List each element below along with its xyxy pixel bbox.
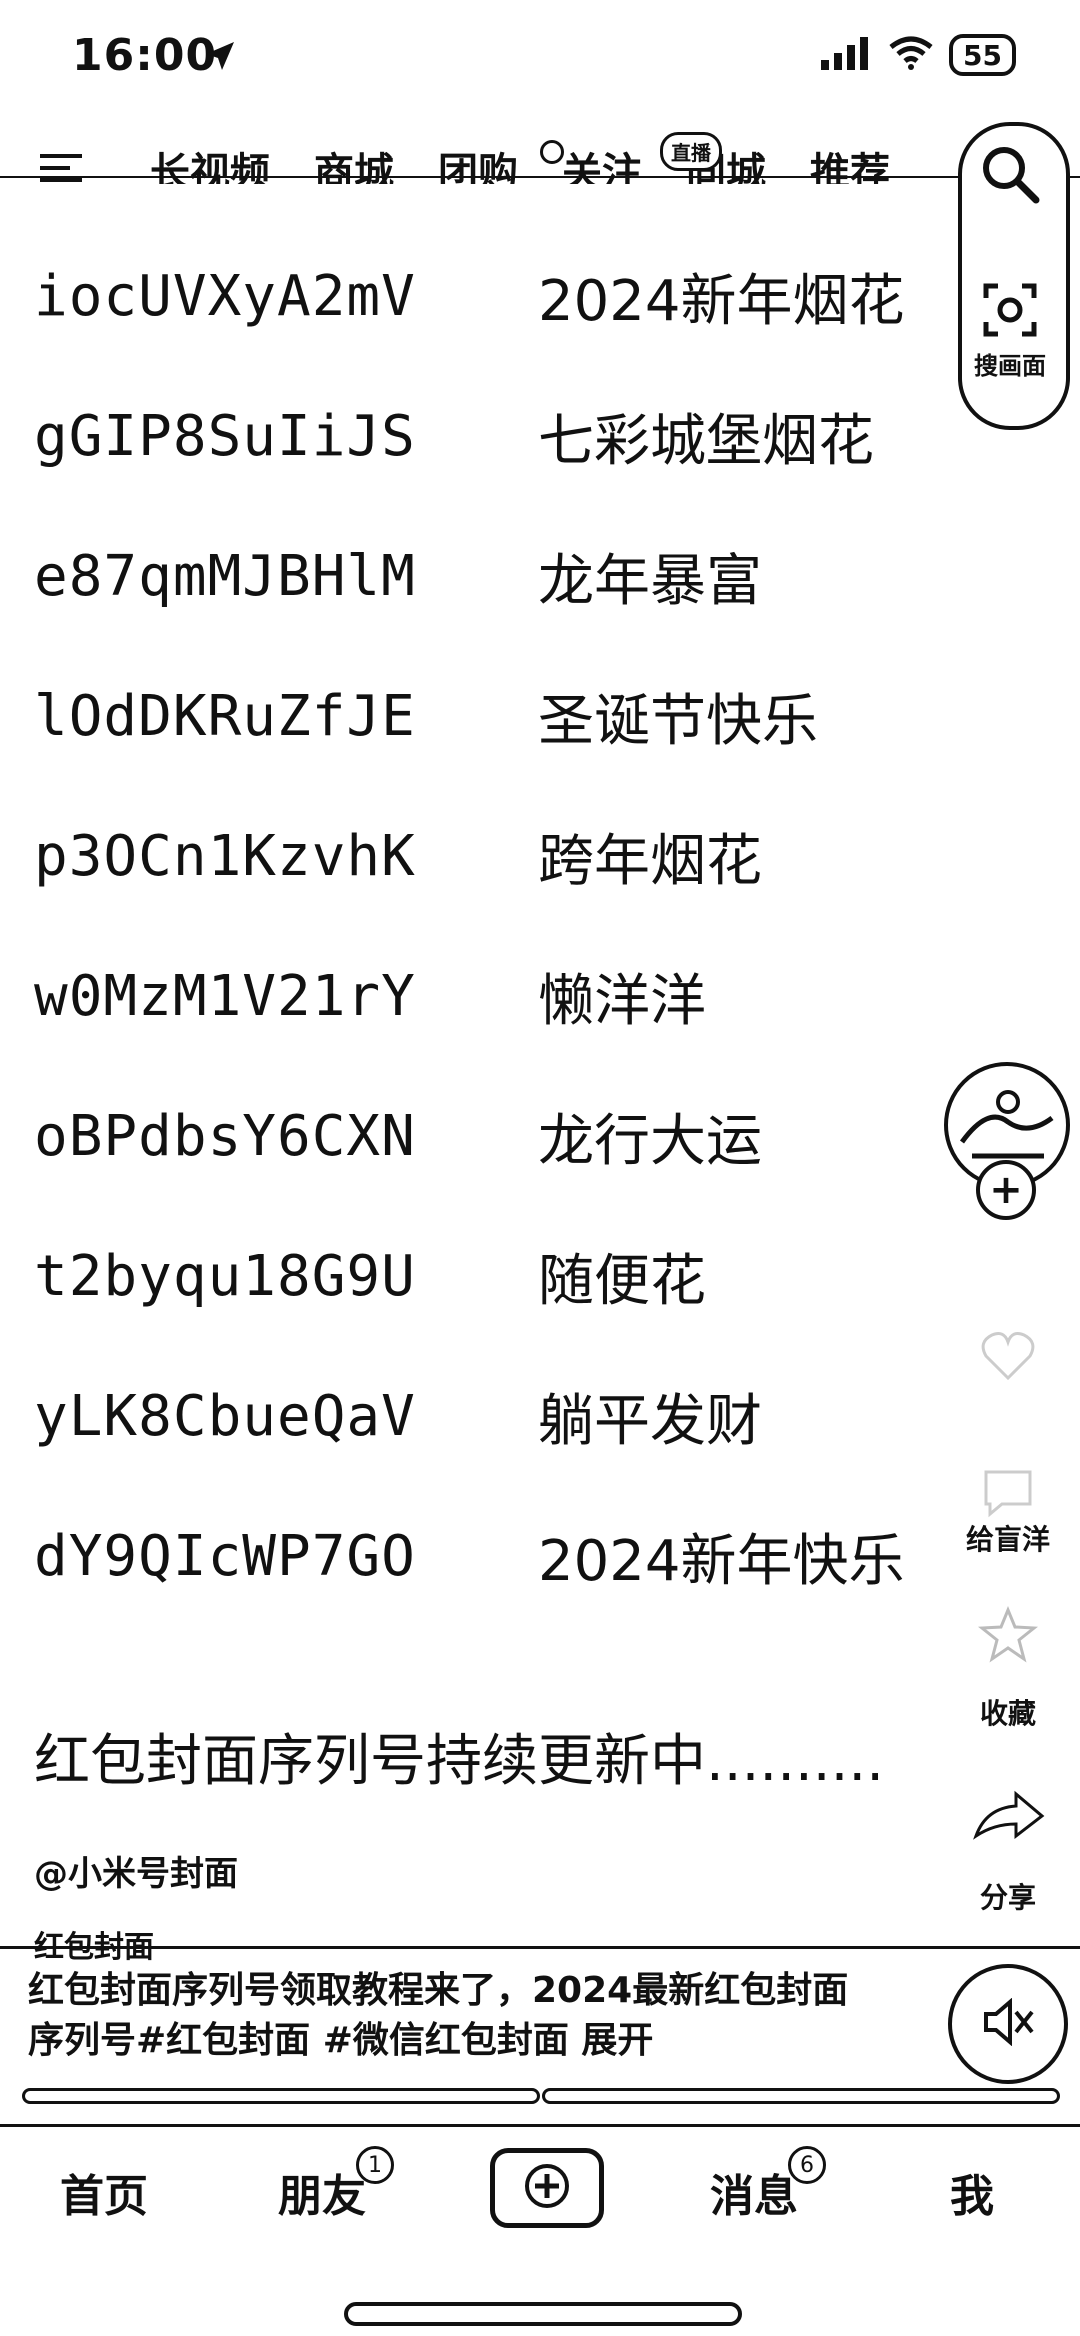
status-indicators: 55 [819, 34, 1016, 76]
list-item: gGIP8SuIiJS 七彩城堡烟花 [34, 396, 874, 476]
caption-divider [0, 1946, 1080, 1949]
like-icon[interactable] [980, 1330, 1036, 1386]
cover-name: 2024新年烟花 [538, 268, 905, 334]
list-item: p3OCn1KzvhK 跨年烟花 [34, 816, 762, 896]
search-icon[interactable] [978, 142, 1042, 210]
comment-label: 给盲洋 [965, 1523, 1050, 1556]
list-item: lOdDKRuZfJE 圣诞节快乐 [34, 676, 818, 756]
tab-home[interactable]: 首页 [60, 2160, 148, 2224]
video-caption[interactable]: 红包封面序列号领取教程来了，2024最新红包封面序列号#红包封面 #微信红包封面… [28, 1966, 868, 2066]
cover-name: 七彩城堡烟花 [538, 408, 874, 474]
cover-name: 躺平发财 [538, 1388, 762, 1454]
mute-button[interactable] [948, 1964, 1068, 2084]
star-icon[interactable] [977, 1606, 1039, 1668]
cover-name: 2024新年快乐 [538, 1528, 905, 1594]
status-time: 16:00 [72, 30, 218, 81]
notification-dot [540, 140, 564, 164]
list-item: e87qmMJBHlM 龙年暴富 [34, 536, 762, 616]
muted-speaker-icon [982, 1997, 1034, 2050]
list-item: oBPdbsY6CXN 龙行大运 [34, 1096, 762, 1176]
comment-icon[interactable] [980, 1466, 1036, 1522]
serial-code: iocUVXyA2mV [34, 263, 416, 329]
list-item: yLK8CbueQaV 躺平发财 [34, 1376, 762, 1456]
menu-icon[interactable] [40, 150, 82, 186]
create-button[interactable] [490, 2148, 604, 2228]
cover-name: 龙年暴富 [538, 548, 762, 614]
scan-image-label[interactable]: 搜画面 [960, 346, 1060, 381]
signal-icon [819, 36, 873, 74]
share-icon[interactable] [970, 1790, 1046, 1846]
nav-divider [0, 176, 1080, 178]
serial-code: lOdDKRuZfJE [34, 683, 416, 749]
scan-image-icon[interactable] [982, 282, 1038, 342]
cover-name: 随便花 [538, 1248, 706, 1314]
tab-me[interactable]: 我 [950, 2160, 994, 2224]
progress-segment-1[interactable] [22, 2088, 540, 2104]
serial-code: p3OCn1KzvhK [34, 823, 416, 889]
list-item: t2byqu18G9U 随便花 [34, 1236, 706, 1316]
plus-icon [523, 2162, 571, 2214]
serial-code: w0MzM1V21rY [34, 963, 416, 1029]
update-note: 红包封面序列号持续更新中.......... [34, 1729, 885, 1794]
home-indicator [344, 2302, 742, 2326]
friends-badge: 1 [356, 2146, 394, 2184]
tab-friends[interactable]: 朋友 [278, 2160, 366, 2224]
video-tagline: 红包封面 [34, 1930, 154, 1965]
favorite-label: 收藏 [979, 1697, 1036, 1730]
list-item: iocUVXyA2mV 2024新年烟花 [34, 256, 905, 336]
live-badge: 直播 [660, 132, 722, 171]
messages-badge: 6 [788, 2146, 826, 2184]
cover-name: 跨年烟花 [538, 828, 762, 894]
wifi-icon [887, 35, 935, 75]
author-handle[interactable]: @小米号封面 [34, 1846, 238, 1895]
list-item: w0MzM1V21rY 懒洋洋 [34, 956, 706, 1036]
tabbar-divider [0, 2124, 1080, 2127]
follow-button[interactable]: + [976, 1160, 1036, 1220]
tab-messages[interactable]: 消息 [710, 2160, 798, 2224]
cover-name: 龙行大运 [538, 1108, 762, 1174]
serial-code: oBPdbsY6CXN [34, 1103, 416, 1169]
serial-code: dY9QIcWP7GO [34, 1523, 416, 1589]
battery-indicator: 55 [949, 34, 1016, 76]
cover-name: 圣诞节快乐 [538, 688, 818, 754]
cover-name: 懒洋洋 [538, 968, 706, 1034]
serial-code: t2byqu18G9U [34, 1243, 416, 1309]
share-label: 分享 [979, 1881, 1036, 1914]
list-item: dY9QIcWP7GO 2024新年快乐 [34, 1516, 905, 1596]
serial-code: e87qmMJBHlM [34, 543, 416, 609]
progress-segment-2[interactable] [542, 2088, 1060, 2104]
location-arrow-icon [200, 36, 240, 80]
serial-code: yLK8CbueQaV [34, 1383, 416, 1449]
serial-code: gGIP8SuIiJS [34, 403, 416, 469]
